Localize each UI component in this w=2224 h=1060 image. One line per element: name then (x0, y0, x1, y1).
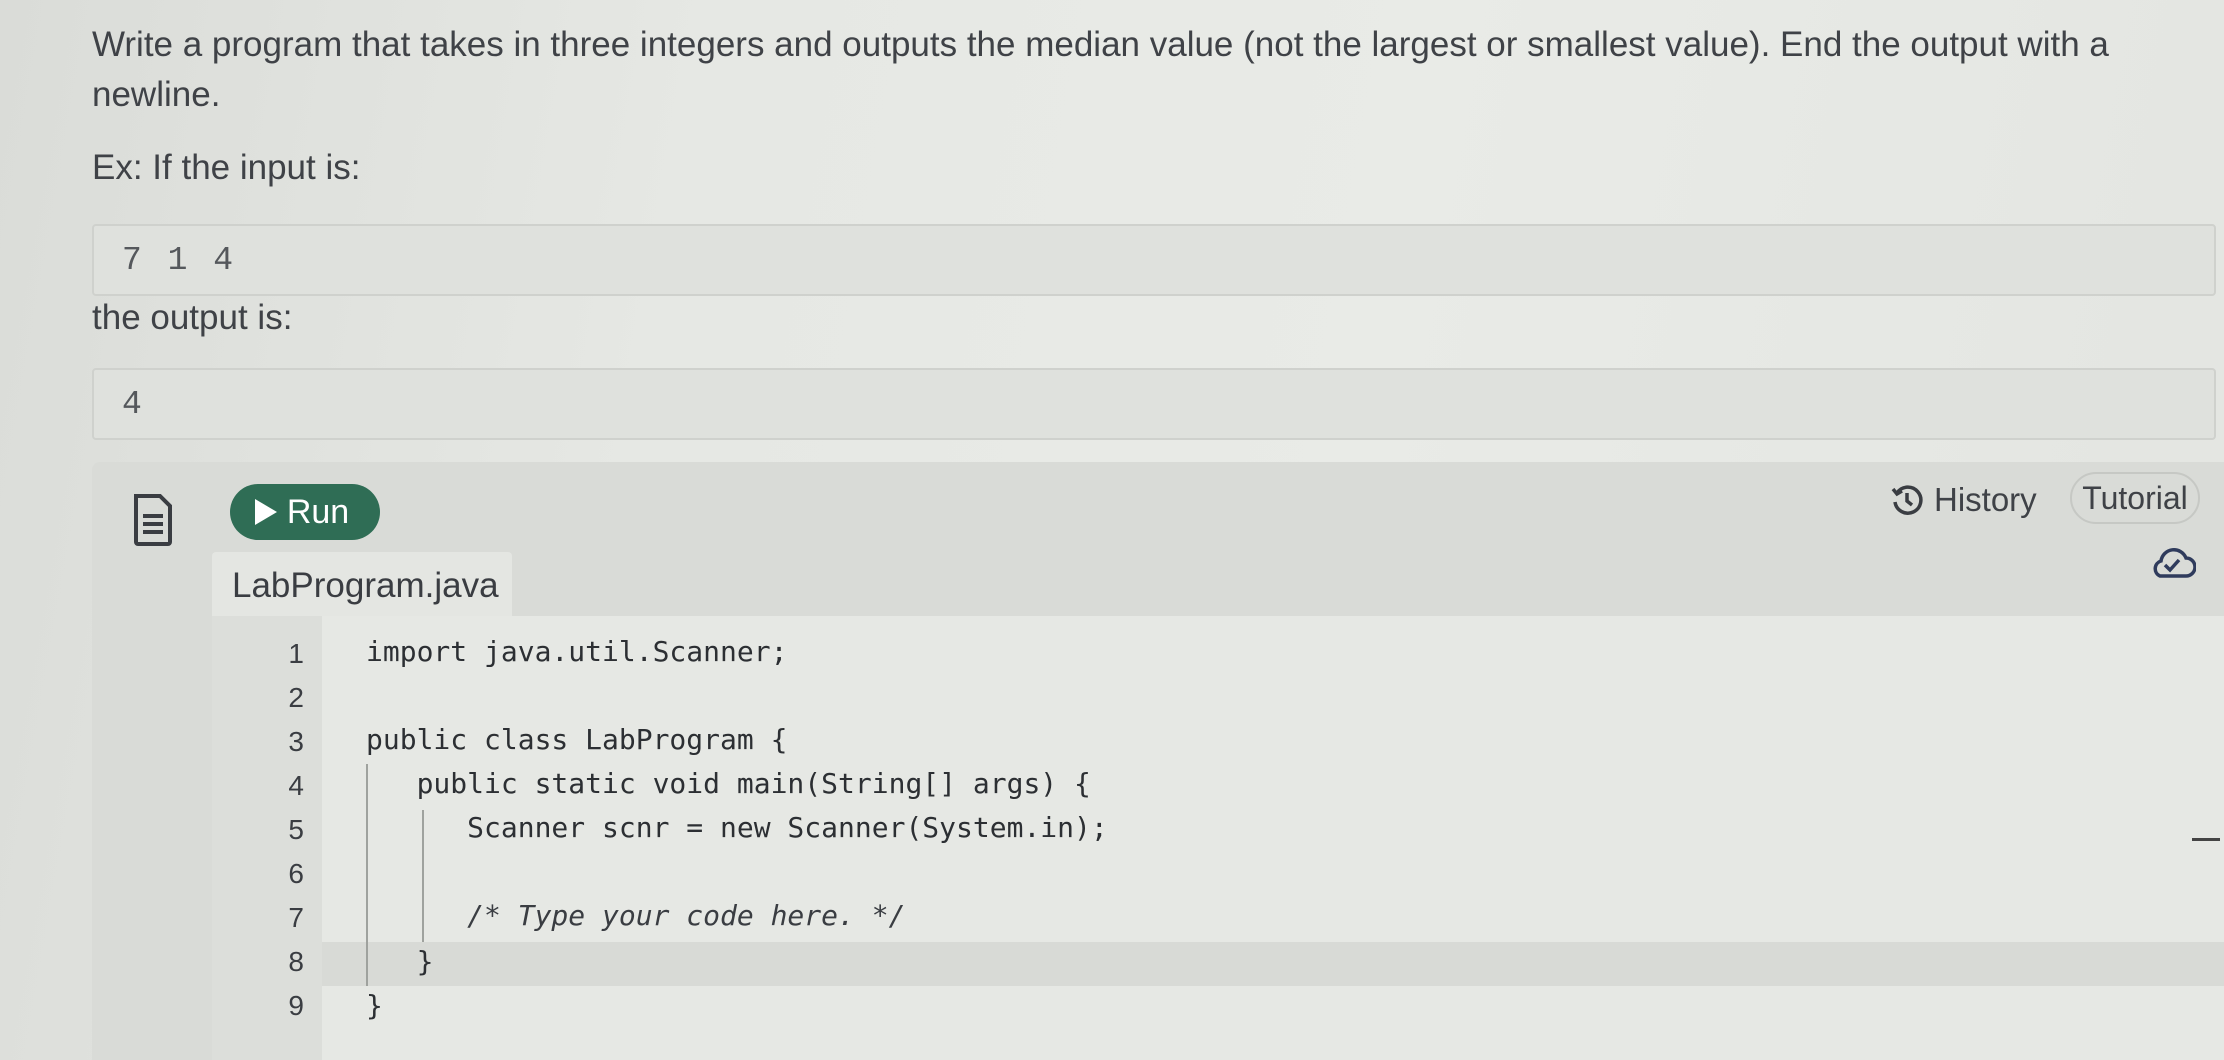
active-line-highlight (322, 942, 2224, 986)
document-icon[interactable] (132, 494, 174, 546)
tutorial-button[interactable]: Tutorial (2070, 472, 2200, 524)
run-button[interactable]: Run (230, 484, 380, 540)
line-number: 6 (288, 858, 304, 889)
code-line[interactable]: Scanner scnr = new Scanner(System.in); (366, 806, 1108, 850)
history-label: History (1934, 481, 2037, 518)
problem-statement: Write a program that takes in three inte… (92, 25, 2109, 114)
example-input-box: 7 1 4 (92, 224, 2216, 296)
line-number: 8 (288, 946, 304, 977)
history-button[interactable]: History (1890, 476, 2037, 524)
example-output-label: the output is: (92, 298, 293, 337)
line-number: 5 (288, 814, 304, 845)
code-line-comment[interactable]: /* Type your code here. */ (366, 894, 905, 938)
example-output-value: 4 (122, 385, 142, 423)
cloud-check-icon (2153, 548, 2196, 578)
code-line[interactable]: public class LabProgram { (366, 718, 787, 762)
tutorial-label: Tutorial (2082, 479, 2188, 516)
file-name: LabProgram.java (232, 566, 499, 605)
line-number: 2 (288, 682, 304, 713)
scrollbar-marker[interactable] (2192, 838, 2220, 841)
code-line[interactable]: public static void main(String[] args) { (366, 762, 1091, 806)
run-label: Run (286, 492, 350, 531)
example-output-box: 4 (92, 368, 2216, 440)
code-line[interactable]: } (366, 984, 383, 1028)
file-tab[interactable]: LabProgram.java (212, 552, 512, 620)
line-number: 1 (288, 638, 304, 669)
code-line[interactable]: } (366, 940, 434, 984)
line-number: 7 (288, 902, 304, 933)
example-input-label: Ex: If the input is: (92, 148, 361, 187)
example-input-value: 7 1 4 (122, 241, 234, 279)
line-number: 3 (288, 726, 304, 757)
line-number: 4 (288, 770, 304, 801)
line-number: 9 (288, 990, 304, 1021)
code-line[interactable]: import java.util.Scanner; (366, 630, 787, 674)
play-icon (254, 499, 277, 525)
history-icon (1891, 485, 1923, 515)
